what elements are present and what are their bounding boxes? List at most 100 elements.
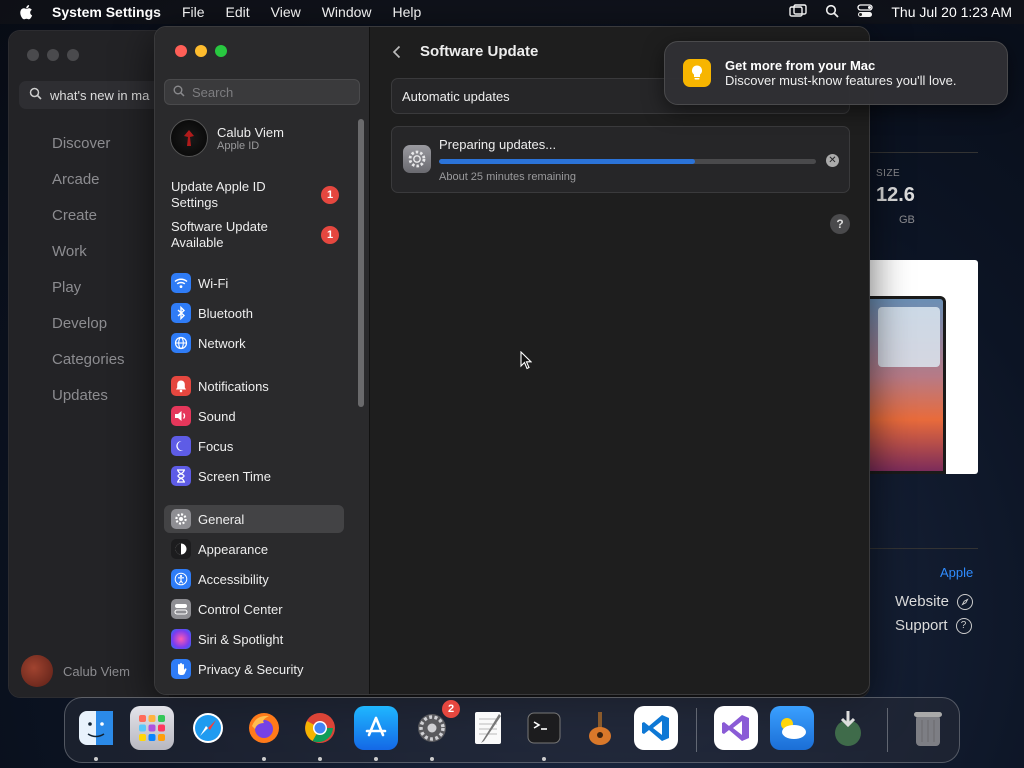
apple-id-profile[interactable]: Calub Viem Apple ID (170, 119, 284, 157)
apple-menu-icon[interactable] (12, 4, 40, 20)
sidebar-item-label: Screen Time (198, 468, 271, 484)
search-input[interactable] (192, 84, 352, 100)
developer-link[interactable]: Apple (940, 565, 973, 580)
dock: 2 (64, 697, 960, 763)
menu-edit[interactable]: Edit (226, 4, 250, 20)
sidebar-item-wifi[interactable]: Wi-Fi (164, 269, 344, 297)
nav-develop[interactable]: Develop (52, 315, 125, 351)
website-link[interactable]: Website (895, 593, 973, 610)
weather-icon[interactable] (770, 706, 814, 750)
speaker-icon (171, 406, 191, 426)
nav-categories[interactable]: Categories (52, 351, 125, 387)
sidebar-item-accessibility[interactable]: Accessibility (164, 565, 344, 593)
software-update-available-item[interactable]: Software Update Available 1 (171, 219, 339, 251)
profile-subtitle: Apple ID (217, 139, 260, 152)
tips-notification-banner[interactable]: Get more from your Mac Discover must-kno… (664, 41, 1008, 105)
close-button[interactable] (27, 49, 39, 61)
menu-clock[interactable]: Thu Jul 20 1:23 AM (891, 4, 1012, 20)
sidebar-item-sound[interactable]: Sound (164, 402, 344, 430)
sidebar-item-label: Notifications (198, 378, 269, 394)
update-apple-id-settings-item[interactable]: Update Apple ID Settings 1 (171, 179, 339, 211)
support-label: Support (895, 617, 948, 634)
menu-view[interactable]: View (271, 4, 301, 20)
launchpad-icon[interactable] (130, 706, 174, 750)
downloads-icon[interactable] (826, 706, 870, 750)
zoom-button[interactable] (67, 49, 79, 61)
search-icon (29, 87, 42, 103)
nav-discover[interactable]: Discover (52, 135, 125, 171)
sidebar-scrollbar[interactable] (358, 119, 364, 407)
sidebar-item-notifications[interactable]: Notifications (164, 372, 344, 400)
question-icon: ? (955, 617, 972, 634)
sidebar-item-privacy-security[interactable]: Privacy & Security (164, 655, 344, 683)
sidebar-item-appearance[interactable]: Appearance (164, 535, 344, 563)
support-link[interactable]: Support ? (895, 617, 972, 634)
spotlight-search-icon[interactable] (825, 4, 839, 21)
window-controls (175, 45, 227, 57)
notice-label: Software Update Available (171, 219, 268, 250)
nav-play[interactable]: Play (52, 279, 125, 315)
app-store-sidebar: what's new in ma Discover Arcade Create … (9, 31, 189, 697)
help-button[interactable]: ? (830, 214, 850, 234)
software-update-pane: Software Update Automatic updates Prepar… (371, 27, 869, 694)
nav-create[interactable]: Create (52, 207, 125, 243)
sidebar-item-control-center[interactable]: Control Center (164, 595, 344, 623)
garageband-icon[interactable] (578, 706, 622, 750)
back-button[interactable] (383, 40, 409, 66)
menu-file[interactable]: File (182, 4, 205, 20)
compass-icon (956, 593, 973, 610)
dock-separator (887, 708, 888, 752)
zoom-button[interactable] (215, 45, 227, 57)
sidebar-item-screen-time[interactable]: Screen Time (164, 462, 344, 490)
safari-icon[interactable] (186, 706, 230, 750)
moon-icon (171, 436, 191, 456)
sidebar-item-bluetooth[interactable]: Bluetooth (164, 299, 344, 327)
sidebar-item-label: Appearance (198, 541, 269, 557)
terminal-icon[interactable] (522, 706, 566, 750)
app-store-icon[interactable] (354, 706, 398, 750)
preview-panel (878, 307, 940, 367)
notification-badge: 1 (321, 186, 339, 204)
sidebar-item-label: Control Center (198, 601, 283, 617)
settings-search-field[interactable] (164, 79, 360, 105)
minimize-button[interactable] (47, 49, 59, 61)
control-center-icon[interactable] (857, 3, 874, 21)
sidebar-item-focus[interactable]: Focus (164, 432, 344, 460)
menu-window[interactable]: Window (322, 4, 372, 20)
trash-icon[interactable] (906, 706, 950, 750)
update-progress-card: Preparing updates... About 25 minutes re… (391, 126, 850, 193)
chrome-icon[interactable] (298, 706, 342, 750)
dock-separator (696, 708, 697, 752)
progress-title: Preparing updates... (439, 137, 557, 152)
firefox-icon[interactable] (242, 706, 286, 750)
sidebar-item-network[interactable]: Network (164, 329, 344, 357)
banner-title: Get more from your Mac (725, 58, 876, 73)
finder-icon[interactable] (74, 706, 118, 750)
sidebar-item-label: Focus (198, 438, 234, 454)
cancel-update-button[interactable]: ✕ (826, 154, 839, 167)
menu-app-name[interactable]: System Settings (52, 4, 161, 20)
progress-bar (439, 159, 816, 164)
sidebar-item-label: Wi-Fi (198, 275, 229, 291)
nav-updates[interactable]: Updates (52, 387, 125, 423)
visual-studio-icon[interactable] (714, 706, 758, 750)
textedit-icon[interactable] (466, 706, 510, 750)
running-indicator (542, 757, 546, 761)
menu-bar: System Settings File Edit View Window He… (0, 0, 1024, 24)
avatar (170, 119, 208, 157)
control-center-icon (171, 599, 191, 619)
minimize-button[interactable] (195, 45, 207, 57)
vscode-icon[interactable] (634, 706, 678, 750)
screenshot-preview-image[interactable] (866, 260, 978, 474)
close-button[interactable] (175, 45, 187, 57)
sidebar-item-general[interactable]: General (164, 505, 344, 533)
menu-help[interactable]: Help (393, 4, 422, 20)
app-store-account[interactable]: Calub Viem (21, 655, 130, 687)
sidebar-item-siri-spotlight[interactable]: Siri & Spotlight (164, 625, 344, 653)
app-store-nav: Discover Arcade Create Work Play Develop… (52, 135, 125, 423)
nav-work[interactable]: Work (52, 243, 125, 279)
system-settings-icon[interactable]: 2 (410, 700, 460, 750)
nav-arcade[interactable]: Arcade (52, 171, 125, 207)
website-label: Website (895, 593, 949, 610)
screen-mirroring-icon[interactable] (789, 3, 808, 21)
